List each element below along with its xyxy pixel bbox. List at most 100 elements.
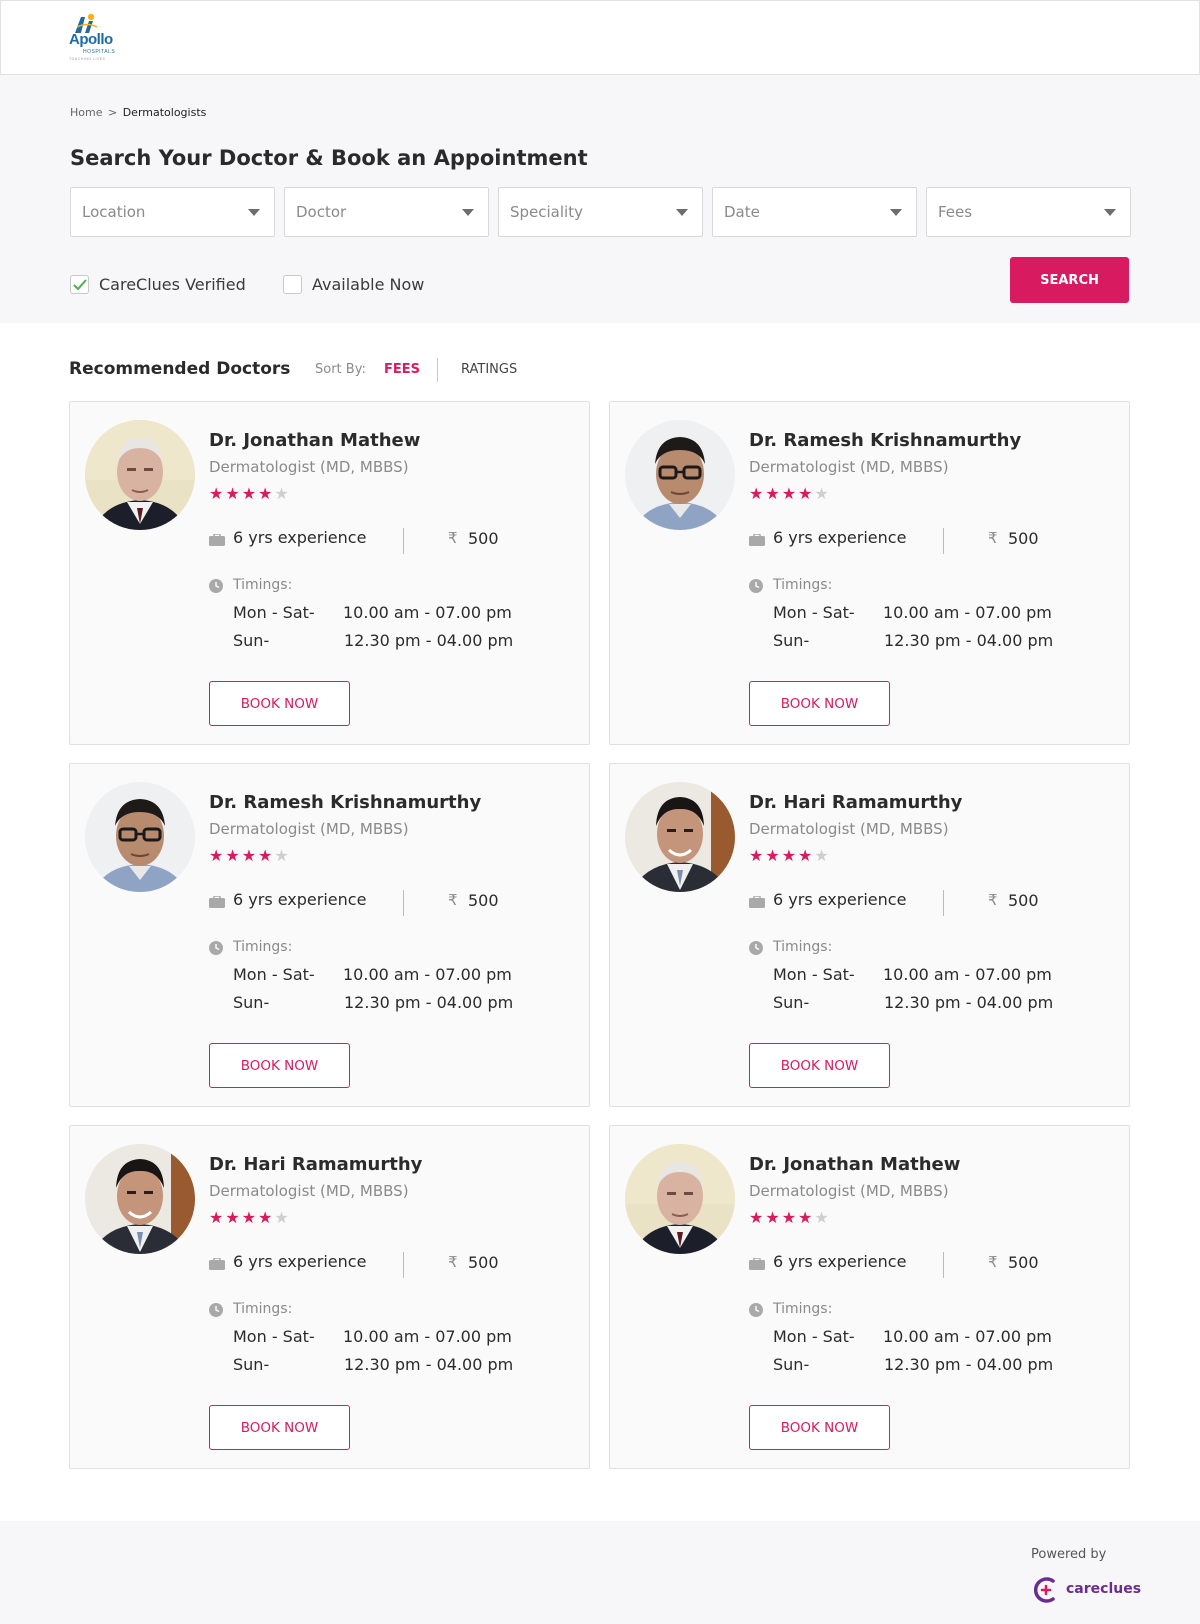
star-filled-icon: ★: [225, 484, 242, 503]
search-section: Home > Dermatologists Search Your Doctor…: [0, 75, 1200, 323]
timing-day-weekday: Mon - Sat-: [773, 1327, 855, 1346]
available-now-checkbox[interactable]: Available Now: [283, 274, 428, 296]
star-empty-icon: ★: [814, 1208, 831, 1227]
logo-tagline: TOUCHING LIVES: [69, 57, 106, 61]
book-now-button[interactable]: BOOK NOW: [209, 1043, 350, 1088]
doctor-card: Dr. Jonathan Mathew Dermatologist (MD, MB…: [69, 401, 590, 745]
star-filled-icon: ★: [798, 846, 815, 865]
doctor-name[interactable]: Dr. Jonathan Mathew: [209, 430, 420, 451]
doctor-fee: 500: [468, 1253, 499, 1272]
doctor-card: Dr. Hari Ramamurthy Dermatologist (MD, MB…: [69, 1125, 590, 1469]
book-now-button[interactable]: BOOK NOW: [209, 1405, 350, 1450]
star-filled-icon: ★: [241, 846, 259, 865]
doctor-name[interactable]: Dr. Jonathan Mathew: [749, 1154, 960, 1175]
date-select[interactable]: Date: [712, 187, 917, 237]
star-filled-icon: ★: [258, 1208, 275, 1227]
timings-label: Timings:: [773, 939, 833, 955]
careclues-logo[interactable]: careclues: [1031, 1575, 1141, 1609]
timing-day-weekday: Mon - Sat-: [773, 603, 855, 622]
doctor-fee: 500: [468, 891, 499, 910]
timing-day-sunday: Sun-: [773, 631, 810, 650]
star-filled-icon: ★: [225, 1208, 242, 1227]
star-filled-icon: ★: [781, 484, 799, 503]
elderly-man-avatar-art: [625, 1144, 735, 1254]
recommended-title: Recommended Doctors: [69, 359, 291, 379]
timing-hours-sunday: 12.30 pm - 04.00 pm: [884, 1355, 1054, 1374]
doctor-name[interactable]: Dr. Hari Ramamurthy: [209, 1154, 422, 1175]
info-divider: [943, 890, 944, 916]
doctor-avatar: [85, 1144, 195, 1254]
rupee-icon: ₹: [988, 891, 998, 909]
search-button[interactable]: SEARCH: [1010, 257, 1129, 303]
timings-label: Timings:: [773, 577, 833, 593]
doctor-rating: ★★★★★: [209, 848, 291, 864]
star-filled-icon: ★: [241, 1208, 259, 1227]
doctor-avatar: [85, 782, 195, 892]
filter-bar: Location Doctor Speciality Date Fees: [70, 187, 1131, 237]
timings-label: Timings:: [233, 939, 293, 955]
doctor-card: Dr. Jonathan Mathew Dermatologist (MD, MB…: [609, 1125, 1130, 1469]
speciality-select[interactable]: Speciality: [498, 187, 703, 237]
info-divider: [943, 528, 944, 554]
sort-ratings-option[interactable]: RATINGS: [461, 362, 517, 377]
timing-day-weekday: Mon - Sat-: [233, 965, 315, 984]
careclues-brand: careclues: [1066, 1581, 1142, 1597]
man-suit-avatar-art: [85, 1144, 195, 1254]
logo-name: Apollo: [69, 31, 113, 48]
doctor-select[interactable]: Doctor: [284, 187, 489, 237]
page-title: Search Your Doctor & Book an Appointment: [70, 146, 588, 170]
logo-sub: HOSPITALS: [83, 49, 116, 55]
book-now-button[interactable]: BOOK NOW: [749, 1043, 890, 1088]
book-now-button[interactable]: BOOK NOW: [209, 681, 350, 726]
doctor-name[interactable]: Dr. Hari Ramamurthy: [749, 792, 962, 813]
star-empty-icon: ★: [274, 846, 291, 865]
doctor-experience: 6 yrs experience: [233, 528, 367, 547]
info-divider: [943, 1252, 944, 1278]
info-divider: [403, 1252, 404, 1278]
timing-hours-sunday: 12.30 pm - 04.00 pm: [344, 631, 514, 650]
breadcrumb-home[interactable]: Home: [70, 106, 102, 119]
book-now-button[interactable]: BOOK NOW: [749, 1405, 890, 1450]
star-filled-icon: ★: [258, 484, 275, 503]
available-now-label: Available Now: [312, 275, 425, 294]
doctor-name[interactable]: Dr. Ramesh Krishnamurthy: [749, 430, 1021, 451]
checkbox-box[interactable]: [283, 275, 302, 294]
star-filled-icon: ★: [749, 1208, 766, 1227]
star-empty-icon: ★: [274, 484, 291, 503]
doctor-card: Dr. Ramesh Krishnamurthy Dermatologist (M…: [609, 401, 1130, 745]
briefcase-icon: [209, 896, 225, 908]
doctor-experience: 6 yrs experience: [773, 528, 907, 547]
book-now-button[interactable]: BOOK NOW: [749, 681, 890, 726]
sort-fees-option[interactable]: FEES: [384, 362, 420, 377]
doctor-speciality: Dermatologist (MD, MBBS): [209, 820, 409, 838]
timing-hours-weekday: 10.00 am - 07.00 pm: [343, 603, 512, 622]
site-header: Apollo HOSPITALS TOUCHING LIVES: [0, 0, 1200, 75]
checkbox-box[interactable]: [70, 275, 89, 294]
man-suit-avatar-art: [625, 782, 735, 892]
timing-day-sunday: Sun-: [773, 993, 810, 1012]
location-select[interactable]: Location: [70, 187, 275, 237]
timings-label: Timings:: [233, 1301, 293, 1317]
powered-by-label: Powered by: [1031, 1547, 1107, 1562]
briefcase-icon: [749, 534, 765, 546]
fees-select[interactable]: Fees: [926, 187, 1131, 237]
doctor-name[interactable]: Dr. Ramesh Krishnamurthy: [209, 792, 481, 813]
timing-hours-sunday: 12.30 pm - 04.00 pm: [884, 631, 1054, 650]
doctor-rating: ★★★★★: [749, 848, 831, 864]
careclues-verified-checkbox[interactable]: CareClues Verified: [70, 274, 246, 296]
timing-day-sunday: Sun-: [233, 993, 270, 1012]
rupee-icon: ₹: [988, 1253, 998, 1271]
rupee-icon: ₹: [988, 529, 998, 547]
doctor-card: Dr. Hari Ramamurthy Dermatologist (MD, MB…: [609, 763, 1130, 1107]
clock-icon: [749, 1303, 763, 1317]
fees-select-placeholder: Fees: [938, 203, 973, 221]
doctor-speciality: Dermatologist (MD, MBBS): [209, 458, 409, 476]
doctor-avatar: [85, 420, 195, 530]
star-filled-icon: ★: [225, 846, 242, 865]
doctor-experience: 6 yrs experience: [233, 1252, 367, 1271]
doctor-speciality: Dermatologist (MD, MBBS): [749, 820, 949, 838]
info-divider: [403, 528, 404, 554]
doctor-experience: 6 yrs experience: [773, 1252, 907, 1271]
star-filled-icon: ★: [749, 846, 766, 865]
apollo-logo[interactable]: Apollo HOSPITALS TOUCHING LIVES: [69, 13, 121, 63]
